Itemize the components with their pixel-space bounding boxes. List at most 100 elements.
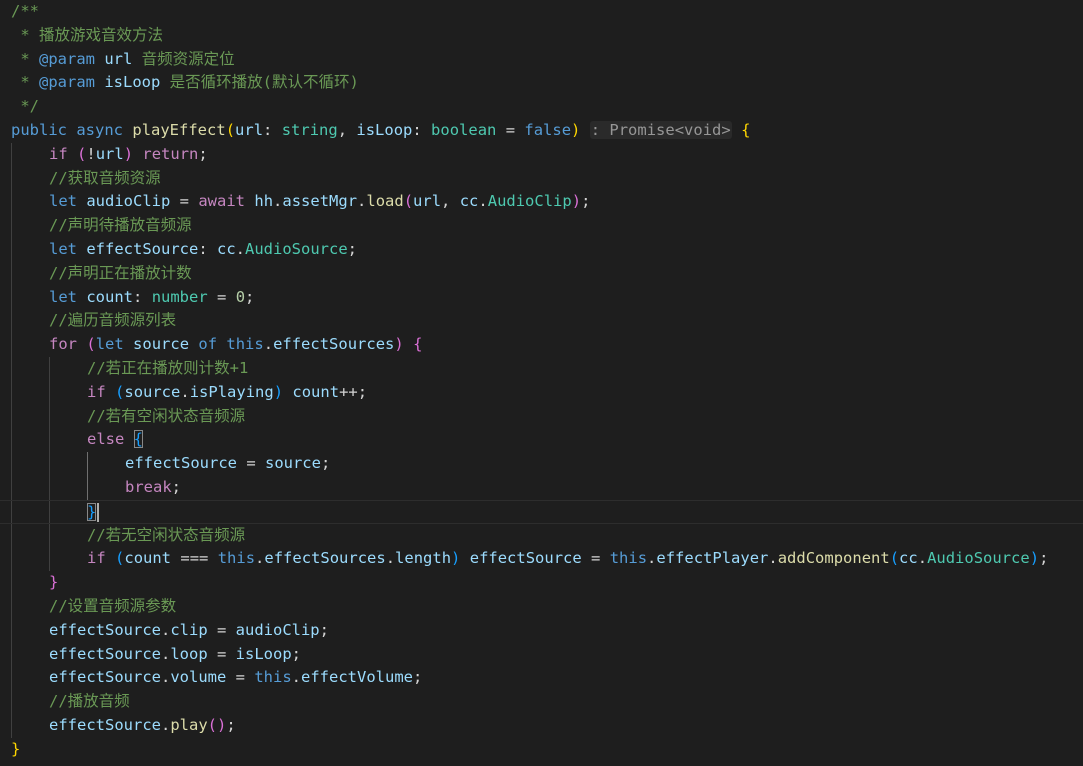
code-token: effectSource (469, 549, 582, 568)
code-line[interactable]: effectSource.clip = audioClip; (0, 618, 1083, 643)
code-token: //若正在播放则计数+1 (87, 359, 249, 377)
indent-guide (11, 261, 12, 286)
code-line-content: /** (11, 0, 39, 24)
code-line[interactable]: //获取音频资源 (0, 166, 1083, 191)
code-token: effectVolume (301, 668, 413, 687)
code-line[interactable]: //遍历音频源列表 (0, 309, 1083, 334)
code-line-content: if (!url) return; (49, 143, 208, 167)
code-token: boolean (431, 121, 497, 139)
code-token: string (281, 121, 338, 139)
code-line[interactable]: } (0, 571, 1083, 595)
code-token: = (496, 121, 525, 139)
code-line[interactable]: effectSource.loop = isLoop; (0, 642, 1083, 667)
code-line[interactable]: let count: number = 0; (0, 285, 1083, 310)
indent-guide (87, 476, 88, 500)
code-token: /** (11, 2, 39, 20)
code-editor[interactable]: /** * 播放游戏音效方法 * @param url 音频资源定位 * @pa… (0, 0, 1083, 766)
code-token: AudioSource (245, 240, 348, 258)
code-token: audioClip (235, 620, 320, 639)
code-line[interactable]: //播放音频 (0, 690, 1083, 714)
code-token: ( (115, 382, 125, 401)
code-line[interactable]: * @param isLoop 是否循环播放(默认不循环) (0, 71, 1083, 95)
code-token: } (11, 739, 21, 758)
indent-guide (11, 309, 12, 334)
code-token: . (263, 335, 274, 354)
code-line[interactable]: break; (0, 476, 1083, 500)
code-token: } (87, 502, 97, 521)
code-token: cc (217, 240, 236, 258)
code-line[interactable]: if (source.isPlaying) count++; (0, 380, 1083, 405)
code-token: = (207, 620, 236, 639)
code-token: ( (77, 144, 87, 163)
code-token: 音频资源定位 (132, 49, 235, 68)
code-token: ) (1029, 549, 1040, 568)
indent-guide (49, 428, 50, 453)
code-line[interactable]: //声明待播放音频源 (0, 214, 1083, 238)
code-token: false (524, 121, 572, 139)
indent-guide (11, 666, 12, 691)
code-line[interactable]: */ (0, 95, 1083, 119)
code-token: ; (412, 668, 423, 687)
code-token: count (124, 549, 172, 568)
code-token: assetMgr (282, 192, 358, 211)
code-token: addComponent (777, 549, 890, 568)
code-token: cc (899, 549, 918, 568)
code-line[interactable]: } (0, 738, 1083, 762)
code-line-content: public async playEffect(url: string, isL… (11, 119, 750, 143)
code-line-content: * @param isLoop 是否循环播放(默认不循环) (11, 71, 359, 95)
code-line[interactable]: * 播放游戏音效方法 (0, 24, 1083, 48)
code-line[interactable]: effectSource.play(); (0, 714, 1083, 738)
code-token: ( (889, 549, 900, 568)
code-token: . (647, 549, 657, 568)
code-line[interactable]: for (let source of this.effectSources) { (0, 333, 1083, 357)
code-token: of (198, 335, 218, 354)
indent-guide (11, 547, 12, 572)
code-token: isLoop (104, 73, 161, 92)
indent-guide (11, 714, 12, 738)
code-line[interactable]: //若有空闲状态音频源 (0, 404, 1083, 429)
code-token: { (133, 430, 144, 449)
code-line-content: break; (125, 476, 181, 500)
code-token: ; (319, 620, 329, 639)
code-line[interactable]: if (!url) return; (0, 142, 1083, 167)
code-token: effectSource (49, 716, 161, 734)
code-line[interactable]: * @param url 音频资源定位 (0, 48, 1083, 72)
code-token: number (151, 287, 208, 306)
code-line[interactable]: /** (0, 0, 1083, 24)
indent-guide (11, 214, 12, 238)
indent-guide (11, 642, 12, 667)
indent-guide (49, 476, 50, 500)
code-line[interactable]: //若无空闲状态音频源 (0, 523, 1083, 548)
code-line[interactable]: //声明正在播放计数 (0, 261, 1083, 286)
code-line[interactable]: effectSource.volume = this.effectVolume; (0, 666, 1083, 691)
code-token: count (292, 382, 340, 401)
code-line[interactable]: else { (0, 428, 1083, 453)
code-token: : (198, 240, 217, 258)
code-token: * 播放游戏音效方法 (11, 25, 163, 44)
code-token: . (385, 549, 396, 568)
code-line-content: effectSource.clip = audioClip; (49, 619, 329, 643)
code-line[interactable]: let effectSource: cc.AudioSource; (0, 238, 1083, 262)
code-token: count (86, 287, 134, 306)
code-token: source (133, 335, 190, 354)
code-line-content: //播放音频 (49, 690, 130, 714)
code-token: ; (226, 716, 236, 734)
code-line[interactable]: if (count === this.effectSources.length)… (0, 547, 1083, 572)
code-line[interactable]: //设置音频源参数 (0, 595, 1083, 619)
code-token: //遍历音频源列表 (49, 311, 177, 330)
code-token: load (366, 192, 404, 211)
indent-guide (49, 357, 50, 381)
code-token: = (581, 549, 610, 568)
code-line[interactable]: effectSource = source; (0, 452, 1083, 476)
code-line[interactable]: } (0, 499, 1083, 524)
code-line[interactable]: public async playEffect(url: string, isL… (0, 119, 1083, 143)
code-token: ) (123, 144, 134, 163)
code-line[interactable]: let audioClip = await hh.assetMgr.load(u… (0, 190, 1083, 215)
code-token: this (254, 668, 292, 687)
code-line[interactable]: //若正在播放则计数+1 (0, 357, 1083, 381)
